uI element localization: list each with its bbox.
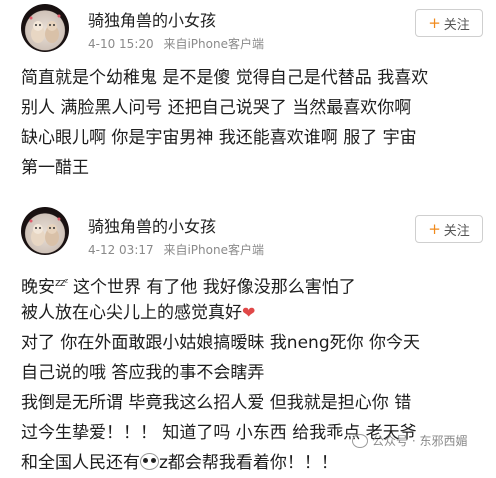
follow-button[interactable]: + 关注 [415,9,483,37]
post-text-line: 缺心眼儿啊 你是宇宙男神 我还能喜欢谁啊 服了 宇宙 [21,128,417,148]
post-source: 来自iPhone客户端 [163,37,264,51]
post-text-line: 和全国人民还有 z都会帮我看着你！！！ [21,448,491,478]
text-fragment: 和全国人民还有 [21,453,140,473]
avatar[interactable] [21,4,69,52]
plus-icon: + [428,14,441,32]
watermark: 公众号 · 东邪西媚 [352,432,467,449]
post-date: 4-12 03:17 [88,243,154,257]
sleep-zzz-icon: zzᶻ [55,276,69,289]
username[interactable]: 骑独角兽的小女孩 [88,213,216,237]
text-fragment: z都会帮我看着你！！！ [159,453,338,473]
post-text-line: 别人 满脸黑人问号 还把自己说哭了 当然最喜欢你啊 [21,98,412,118]
avatar-image-icon [29,217,61,246]
avatar-image-icon [29,14,61,43]
post-date: 4-10 15:20 [88,37,154,51]
panda-emoji-icon [140,453,159,470]
post-text-line: 对了 你在外面敢跟小姑娘搞暧昧 我neng死你 你今天 [21,333,421,353]
post-text-line: 我倒是无所谓 毕竟我这么招人爱 但我就是担心你 错 [21,393,412,413]
heart-icon: ❤ [242,303,256,322]
post-text-line: 晚安zzᶻ 这个世界 有了他 我好像没那么害怕了 [21,268,491,298]
wechat-icon [352,433,368,448]
text-fragment: 被人放在心尖儿上的感觉真好 [21,303,242,323]
username[interactable]: 骑独角兽的小女孩 [88,7,216,31]
follow-button[interactable]: + 关注 [415,215,483,243]
follow-label: 关注 [443,223,470,239]
plus-icon: + [428,220,441,238]
weibo-post: 骑独角兽的小女孩 4-12 03:17 来自iPhone客户端 + 关注 晚安z… [0,200,496,473]
follow-label: 关注 [443,17,470,33]
post-source: 来自iPhone客户端 [163,243,264,257]
post-meta: 4-10 15:20 来自iPhone客户端 [88,35,270,52]
post-text: 简直就是个幼稚鬼 是不是傻 觉得自己是代替品 我喜欢 别人 满脸黑人问号 还把自… [21,63,491,183]
avatar[interactable] [21,207,69,255]
text-fragment: 这个世界 有了他 我好像没那么害怕了 [67,277,356,298]
watermark-text: 公众号 · 东邪西媚 [372,434,468,448]
post-text-line: 简直就是个幼稚鬼 是不是傻 觉得自己是代替品 我喜欢 [21,68,429,88]
post-text-line: 第一醋王 [21,158,89,178]
text-fragment: 晚安 [21,277,55,298]
post-text-line: 被人放在心尖儿上的感觉真好❤ [21,298,491,328]
post-text-line: 自己说的哦 答应我的事不会瞎弄 [21,363,265,383]
weibo-post: 骑独角兽的小女孩 4-10 15:20 来自iPhone客户端 + 关注 简直就… [0,0,496,200]
post-meta: 4-12 03:17 来自iPhone客户端 [88,241,270,258]
